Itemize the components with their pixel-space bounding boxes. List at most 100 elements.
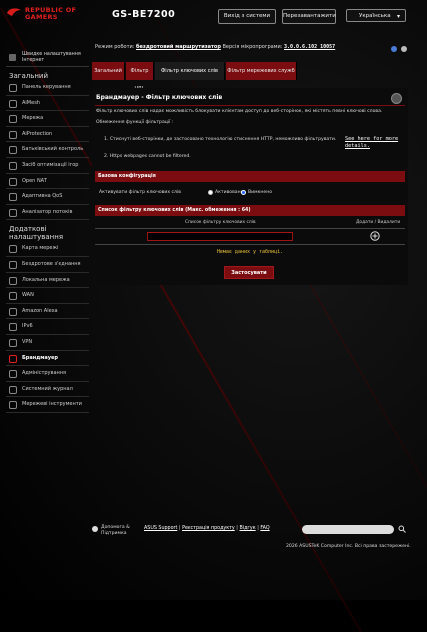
sidebar-item-label: Open NAT <box>22 177 47 184</box>
sidebar-item-tools[interactable]: Мережеві інструменти <box>6 397 89 413</box>
top-header: REPUBLIC OF GAMERS GS-BE7200 Вихід з сис… <box>0 0 427 30</box>
sidebar-item-label: Мережеві інструменти <box>22 401 82 408</box>
enable-filter-row: Активувати фільтр ключових слів Активова… <box>95 185 405 201</box>
product-registration-link[interactable]: Реєстрація продукту <box>182 526 235 531</box>
sidebar-item-vpn[interactable]: VPN <box>6 335 89 351</box>
sidebar-item-network[interactable]: Мережа <box>6 111 89 127</box>
network-icon <box>9 115 17 124</box>
sidebar-item-admin[interactable]: Адміністрування <box>6 366 89 382</box>
sidebar-item-label: Amazon Alexa <box>22 307 58 314</box>
search-icon[interactable] <box>398 525 406 533</box>
sidebar-item-label: IPv6 <box>22 323 33 330</box>
empty-table-message: Немає даних у таблиці. <box>216 249 284 255</box>
tab-keyword-filter[interactable]: Фільтр ключових слів <box>155 62 225 80</box>
apply-button[interactable]: Застосувати <box>224 266 274 279</box>
ipv6-icon <box>9 323 17 332</box>
map-icon <box>9 245 17 254</box>
advanced-menu: Карта мережі Бездротове з'єднання Локальна… <box>6 241 89 413</box>
keyword-list-header: Список фільтру ключових слів (Макс. обме… <box>95 205 405 216</box>
basic-config-header: Базова конфігурація <box>95 171 405 182</box>
general-menu: Панель керування AiMesh Мережа AiProtection… <box>6 80 89 221</box>
sidebar-item-label: Батьківський контроль <box>22 146 84 153</box>
section-general-title: Загальний <box>9 72 49 80</box>
logout-button[interactable]: Вихід з системи <box>218 9 276 24</box>
sidebar-item-label: Засіб оптимізації ігор <box>22 161 79 168</box>
gear-icon <box>401 46 407 52</box>
aimesh-icon <box>9 99 17 108</box>
tab-url-filter[interactable]: Фільтр URL <box>126 62 154 92</box>
sidebar-item-log[interactable]: Системний журнал <box>6 382 89 398</box>
wifi-icon <box>9 260 17 269</box>
page-title: Брандмауер - Фільтр ключових слів <box>96 94 223 101</box>
sidebar: Швидке налаштування Інтернет Загальний П… <box>6 52 89 413</box>
sidebar-item-label: AiProtection <box>22 130 53 137</box>
section-advanced-title: Додаткові налаштування <box>9 225 64 242</box>
tab-general[interactable]: Загальний <box>92 62 125 80</box>
limit-1: 1. Стиснуті веб-сторінки, де застосовано… <box>104 137 337 142</box>
sidebar-item-alexa[interactable]: Amazon Alexa <box>6 304 89 320</box>
footer: Допомога & Підтримка ASUS Support | Реєс… <box>92 522 411 552</box>
col-keyword: Список фільтру ключових слів <box>185 220 256 225</box>
firewall-icon <box>9 354 17 363</box>
qos-icon <box>9 193 17 202</box>
help-icon[interactable] <box>391 93 402 104</box>
footer-search-input[interactable] <box>302 525 394 534</box>
dashboard-icon <box>9 84 17 92</box>
sidebar-item-traffic[interactable]: Аналізатор потоків <box>6 205 89 221</box>
sidebar-item-dashboard[interactable]: Панель керування <box>6 80 89 96</box>
sidebar-item-map[interactable]: Карта мережі <box>6 241 89 257</box>
keyword-input-row <box>95 228 405 245</box>
sidebar-item-label: Адаптивна QoS <box>22 193 63 200</box>
traffic-icon <box>9 208 17 217</box>
sidebar-item-label: Адміністрування <box>22 370 67 377</box>
sidebar-item-ipv6[interactable]: IPv6 <box>6 319 89 335</box>
parental-icon <box>9 146 17 155</box>
faq-link[interactable]: FAQ <box>260 526 269 531</box>
brand-text: REPUBLIC OF GAMERS <box>25 6 77 21</box>
tab-network-services-filter[interactable]: Фільтр мережевих служб <box>226 62 297 80</box>
radio-enabled[interactable] <box>208 190 213 195</box>
help-support-icon <box>92 526 98 532</box>
footer-links: ASUS Support | Реєстрація продукту | Від… <box>144 526 270 531</box>
tools-icon <box>9 401 17 410</box>
firmware-version-link[interactable]: 3.0.0.6.102_10057 <box>284 44 335 50</box>
sidebar-item-label: AiMesh <box>22 99 40 106</box>
firmware-info: Режим роботи: бездротовий маршрутизатор … <box>95 44 336 50</box>
gamepad-icon <box>9 161 17 170</box>
sidebar-item-aimesh[interactable]: AiMesh <box>6 96 89 112</box>
radio-enabled-label: Активовано <box>215 190 244 195</box>
lan-icon <box>9 276 17 285</box>
reboot-button[interactable]: Перезавантажити <box>282 9 336 24</box>
radio-disabled[interactable] <box>241 190 246 195</box>
add-icon[interactable] <box>370 231 380 241</box>
help-support-link[interactable]: Допомога & Підтримка <box>101 525 141 537</box>
nat-icon <box>9 177 17 186</box>
sidebar-item-label: Карта мережі <box>22 245 59 252</box>
chevron-down-icon: ▾ <box>396 13 400 20</box>
vpn-icon <box>9 338 17 347</box>
sidebar-item-label: Локальна мережа <box>22 276 70 283</box>
feedback-link[interactable]: Відгук <box>239 526 255 531</box>
sidebar-item-wifi[interactable]: Бездротове з'єднання <box>6 257 89 273</box>
sidebar-item-shield[interactable]: AiProtection <box>6 127 89 143</box>
wand-icon <box>9 54 16 61</box>
status-icons[interactable] <box>390 45 410 53</box>
sidebar-item-label: Аналізатор потоків <box>22 208 73 215</box>
shield-icon <box>9 130 17 139</box>
language-select[interactable]: Українська ▾ <box>346 9 406 22</box>
asus-support-link[interactable]: ASUS Support <box>144 526 177 531</box>
quick-setup-link[interactable]: Швидке налаштування Інтернет <box>6 52 89 67</box>
sidebar-item-nat[interactable]: Open NAT <box>6 174 89 190</box>
sidebar-item-firewall[interactable]: Брандмауер <box>6 351 89 367</box>
sidebar-item-gamepad[interactable]: Засіб оптимізації ігор <box>6 158 89 174</box>
sidebar-item-lan[interactable]: Локальна мережа <box>6 273 89 289</box>
sidebar-item-globe[interactable]: WAN <box>6 288 89 304</box>
operation-mode-link[interactable]: бездротовий маршрутизатор <box>136 44 221 50</box>
see-here-link[interactable]: See here for more details. <box>345 136 403 150</box>
sidebar-item-label: Брандмауер <box>22 354 58 361</box>
sidebar-item-parental[interactable]: Батьківський контроль <box>6 142 89 158</box>
keyword-input[interactable] <box>147 232 293 241</box>
alexa-icon <box>9 307 17 316</box>
sidebar-item-label: Панель керування <box>22 84 71 90</box>
sidebar-item-qos[interactable]: Адаптивна QoS <box>6 189 89 205</box>
